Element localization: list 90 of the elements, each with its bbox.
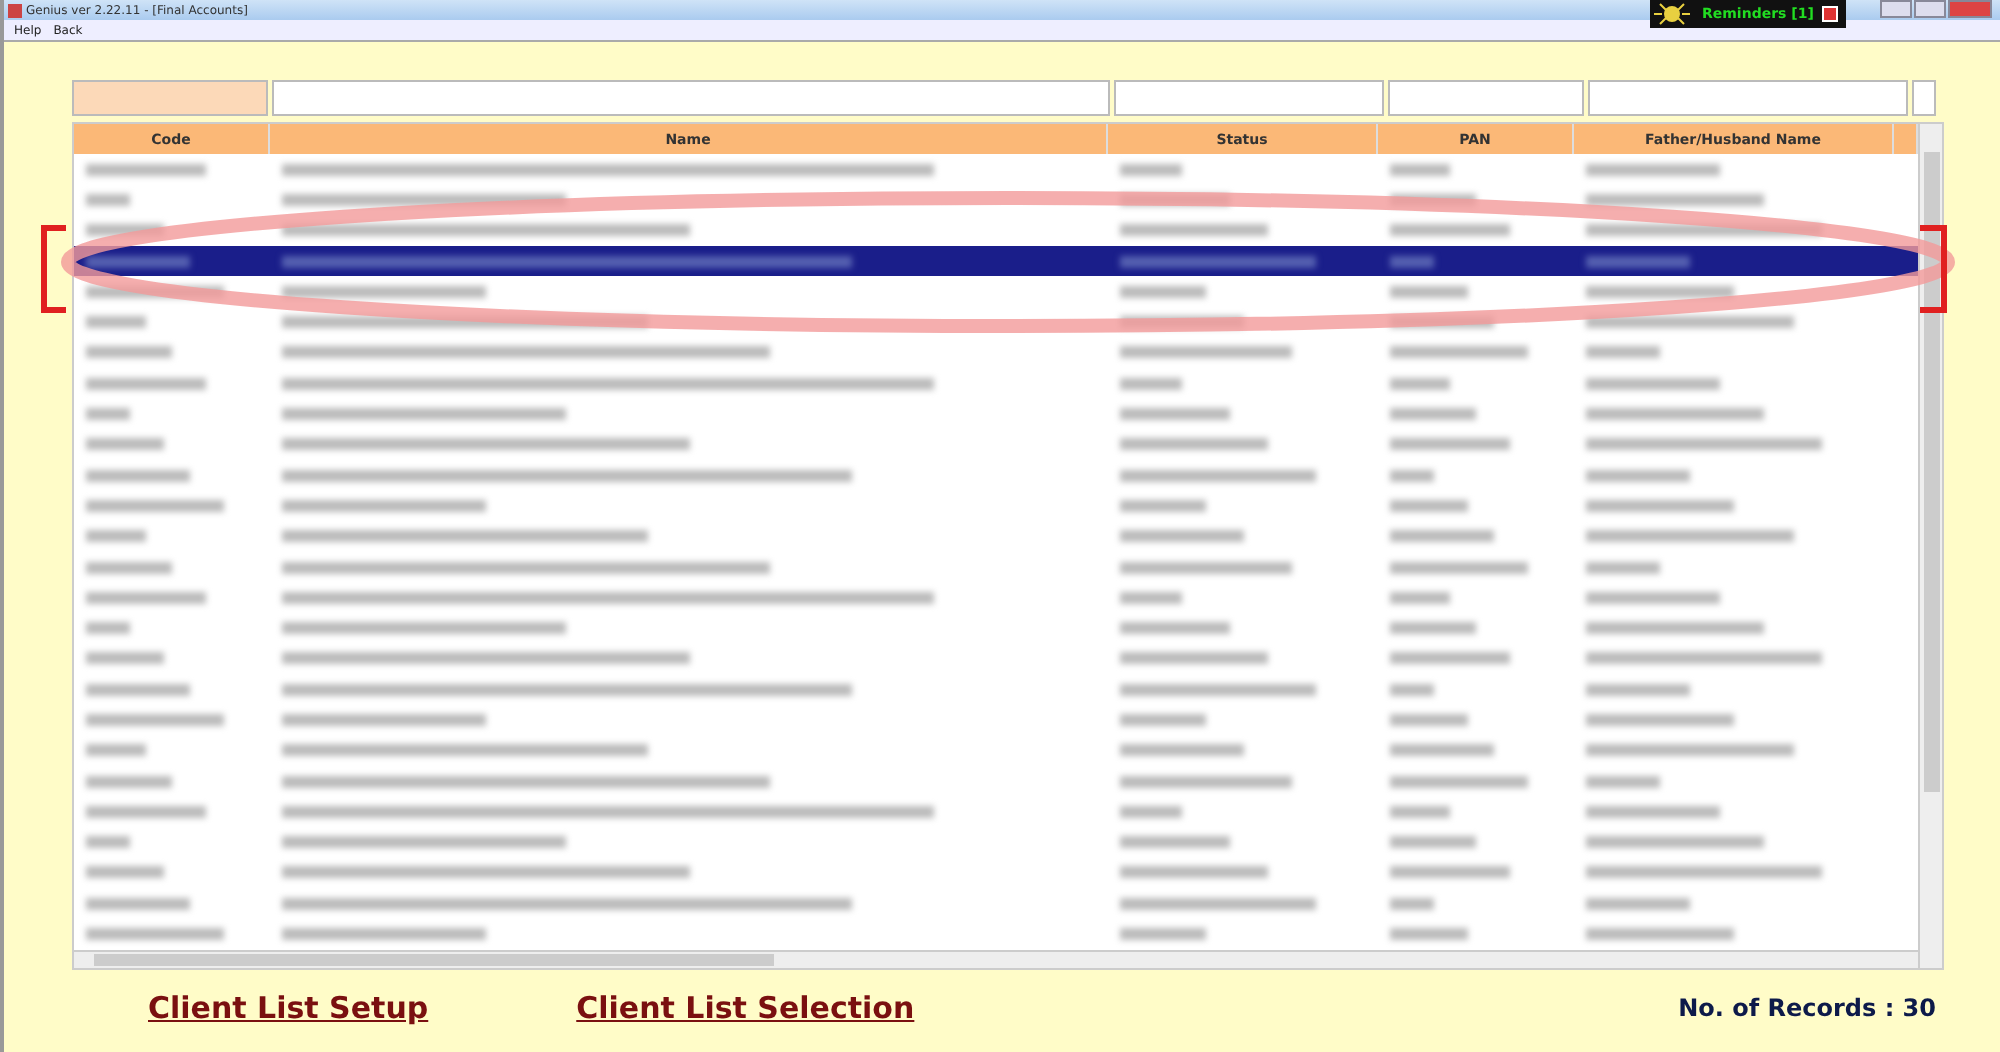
- blurred-text: [1390, 530, 1494, 543]
- blurred-text: [1586, 255, 1690, 268]
- blurred-text: [1390, 805, 1451, 818]
- blurred-text: [1390, 163, 1451, 176]
- minimize-button[interactable]: [1880, 0, 1912, 18]
- blurred-text: [1390, 775, 1528, 788]
- blurred-text: [86, 805, 207, 818]
- blurred-text: [1120, 591, 1182, 604]
- blurred-text: [1120, 377, 1182, 390]
- filter-field[interactable]: [272, 80, 1110, 116]
- blurred-text: [1390, 928, 1468, 941]
- blurred-text: [1586, 897, 1690, 910]
- blurred-text: [86, 928, 224, 941]
- blurred-text: [86, 561, 172, 573]
- blurred-text: [1390, 713, 1468, 726]
- blurred-text: [86, 346, 172, 359]
- filter-field[interactable]: [1912, 80, 1936, 116]
- blurred-text: [1120, 744, 1243, 757]
- filter-field[interactable]: [72, 80, 268, 116]
- link[interactable]: Client List Setup: [148, 989, 429, 1026]
- blurred-text: [1390, 591, 1451, 604]
- blurred-text: [1390, 346, 1528, 359]
- blurred-text: [1390, 285, 1468, 298]
- blurred-text: [1390, 499, 1468, 512]
- blurred-text: [86, 683, 190, 696]
- blurred-text: [1390, 224, 1511, 237]
- blurred-text: [86, 255, 190, 268]
- blurred-text: [1390, 377, 1451, 390]
- blurred-text: [1586, 591, 1720, 604]
- blurred-text: [1586, 775, 1660, 788]
- blurred-text: [1586, 683, 1690, 696]
- blurred-text: [86, 408, 129, 421]
- table-row[interactable]: [74, 245, 1918, 277]
- filter-field[interactable]: [1588, 80, 1908, 116]
- filter-field[interactable]: [1388, 80, 1584, 116]
- blurred-text: [1586, 561, 1660, 573]
- blurred-text: [1120, 163, 1182, 176]
- blurred-text: [1586, 377, 1720, 390]
- blurred-text: [86, 713, 224, 726]
- blurred-text: [86, 193, 129, 206]
- filter-field[interactable]: [1114, 80, 1384, 116]
- blurred-text: [1390, 408, 1476, 421]
- blurred-text: [1120, 285, 1207, 298]
- blurred-text: [1390, 744, 1494, 757]
- blurred-text: [1390, 836, 1476, 849]
- blurred-text: [1390, 683, 1433, 696]
- blurred-text: [86, 622, 129, 635]
- bracket-mark: [41, 225, 66, 313]
- blurred-text: [1390, 561, 1528, 573]
- blurred-text: [1390, 622, 1476, 635]
- blurred-text: [1586, 346, 1660, 359]
- blurred-text: [86, 652, 164, 665]
- app-icon: [8, 3, 22, 17]
- blurred-text: [86, 499, 224, 512]
- blurred-text: [86, 866, 164, 879]
- blurred-text: [86, 744, 147, 757]
- blurred-text: [1390, 652, 1511, 665]
- blurred-text: [86, 469, 190, 482]
- blurred-text: [1390, 438, 1511, 451]
- blurred-text: [1120, 836, 1231, 849]
- blurred-text: [1120, 805, 1182, 818]
- blurred-text: [86, 897, 190, 910]
- blurred-text: [86, 591, 207, 604]
- bracket-mark: [1920, 225, 1947, 313]
- blurred-text: [86, 316, 147, 329]
- record-count: No. of Records : 30: [1678, 993, 1936, 1022]
- blurred-text: [1390, 897, 1433, 910]
- vertical-scrollbar[interactable]: [1918, 124, 1942, 968]
- blurred-text: [86, 530, 147, 543]
- horizontal-scrollbar[interactable]: [74, 949, 1918, 968]
- bulb-icon: [1650, 2, 1694, 26]
- blurred-text: [86, 438, 164, 451]
- blurred-text: [1390, 866, 1511, 879]
- blurred-text: [86, 163, 207, 176]
- maximize-button[interactable]: [1914, 0, 1946, 18]
- blurred-text: [1120, 530, 1243, 543]
- blurred-text: [1390, 255, 1433, 268]
- blurred-text: [1120, 622, 1231, 635]
- link[interactable]: Client List Selection: [576, 989, 915, 1026]
- blurred-text: [1390, 469, 1433, 482]
- blurred-text: [1120, 713, 1207, 726]
- blurred-text: [1120, 499, 1207, 512]
- blurred-text: [86, 836, 129, 849]
- blurred-text: [1586, 163, 1720, 176]
- blurred-text: [86, 377, 207, 390]
- blurred-text: [1586, 469, 1690, 482]
- blurred-text: [1120, 928, 1207, 941]
- blurred-text: [1120, 408, 1231, 421]
- blurred-text: [1586, 805, 1720, 818]
- blurred-text: [86, 775, 172, 788]
